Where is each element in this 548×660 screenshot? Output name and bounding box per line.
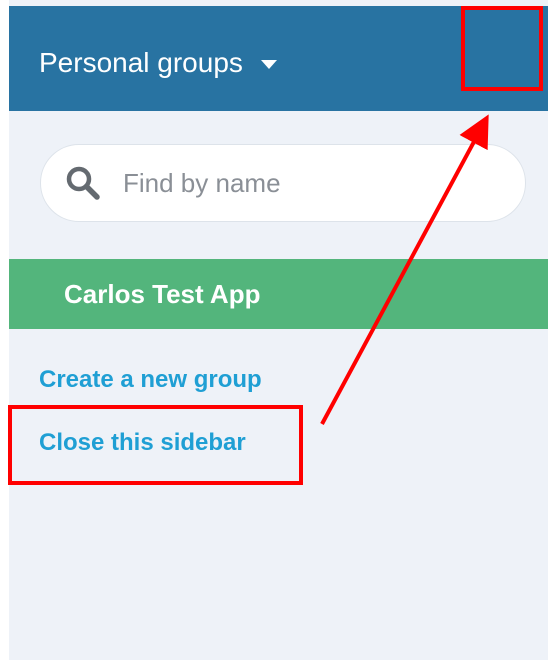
caret-down-icon	[260, 59, 277, 69]
sidebar: Personal groups Carlos Test App Create a…	[9, 0, 548, 660]
search-box[interactable]	[40, 144, 526, 222]
group-item-carlos-test-app[interactable]: Carlos Test App	[9, 259, 548, 329]
close-sidebar-link[interactable]: Close this sidebar	[39, 428, 246, 458]
personal-groups-dropdown[interactable]: Personal groups	[39, 46, 277, 80]
header-title-label: Personal groups	[39, 47, 243, 78]
create-group-link[interactable]: Create a new group	[39, 365, 262, 395]
search-icon	[66, 166, 100, 200]
group-item-label: Carlos Test App	[64, 279, 261, 309]
sidebar-header: Personal groups	[9, 6, 548, 111]
search-input[interactable]	[123, 163, 493, 203]
